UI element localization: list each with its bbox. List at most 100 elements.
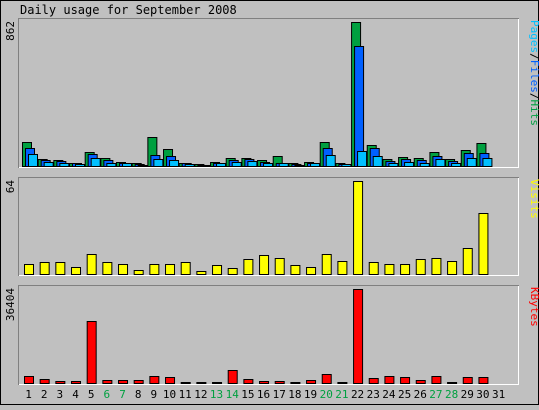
bar-kbytes-kbytes-day-7 (118, 380, 129, 384)
bar-visits-visits-day-19 (306, 267, 317, 275)
bar-kbytes-kbytes-day-19 (306, 380, 317, 384)
day-label-28: 28 (445, 388, 458, 401)
bar-kbytes-kbytes-day-21 (337, 382, 348, 384)
bar-pages-files-hits-pages-day-25 (404, 162, 415, 167)
day-label-29: 29 (461, 388, 474, 401)
bar-pages-files-hits-pages-day-6 (106, 163, 117, 167)
bar-visits-visits-day-2 (39, 262, 50, 275)
bar-visits-visits-day-15 (243, 259, 254, 275)
bar-visits-visits-day-20 (321, 254, 332, 275)
bar-pages-files-hits-pages-day-2 (43, 162, 54, 167)
bar-visits-visits-day-1 (24, 264, 34, 275)
bar-visits-visits-day-27 (431, 258, 442, 275)
day-label-2: 2 (41, 388, 48, 401)
day-label-6: 6 (104, 388, 111, 401)
day-label-24: 24 (382, 388, 396, 401)
bar-visits-visits-day-5 (86, 254, 97, 275)
bar-visits-visits-day-26 (415, 259, 426, 275)
bar-visits-visits-day-3 (55, 262, 66, 275)
bar-visits-visits-day-25 (400, 264, 411, 275)
day-label-9: 9 (151, 388, 158, 401)
bar-visits-visits-day-8 (133, 270, 144, 275)
day-label-25: 25 (398, 388, 411, 401)
bar-kbytes-kbytes-day-12 (196, 382, 207, 384)
day-label-1: 1 (25, 388, 32, 401)
bar-visits-visits-day-23 (368, 262, 379, 275)
day-label-17: 17 (273, 388, 286, 401)
day-label-19: 19 (304, 388, 317, 401)
bar-visits-visits-day-29 (462, 248, 473, 275)
day-label-15: 15 (241, 388, 254, 401)
bar-kbytes-kbytes-day-13 (212, 382, 223, 384)
bar-visits-visits-day-6 (102, 262, 113, 275)
bar-pages-files-hits-pages-day-18 (294, 165, 305, 167)
bar-pages-files-hits-pages-day-17 (278, 163, 289, 167)
bar-kbytes-kbytes-day-20 (321, 374, 332, 384)
bar-pages-files-hits-pages-day-20 (325, 155, 336, 167)
bar-kbytes-kbytes-day-14 (227, 370, 238, 384)
ylabel-part-2: Files (528, 60, 539, 93)
day-label-21: 21 (335, 388, 348, 401)
day-label-10: 10 (163, 388, 176, 401)
bar-kbytes-kbytes-day-26 (415, 380, 426, 384)
bar-pages-files-hits-pages-day-21 (341, 164, 352, 167)
bar-kbytes-kbytes-day-27 (431, 376, 442, 384)
day-label-22: 22 (351, 388, 364, 401)
bar-kbytes-kbytes-day-29 (462, 377, 473, 384)
bar-pages-files-hits-pages-day-23 (372, 156, 383, 167)
bar-pages-files-hits-pages-day-15 (247, 161, 258, 167)
bar-kbytes-kbytes-day-18 (290, 382, 301, 384)
bar-pages-files-hits-pages-day-19 (310, 163, 321, 167)
day-label-18: 18 (288, 388, 301, 401)
day-label-14: 14 (226, 388, 240, 401)
bar-kbytes-kbytes-day-11 (180, 382, 191, 384)
bar-pages-files-hits-pages-day-29 (466, 158, 477, 167)
ylabel-part-0: Visits (528, 179, 539, 219)
bar-kbytes-kbytes-day-22 (353, 289, 364, 384)
ylabel-kbytes: KBytes (528, 287, 539, 327)
bar-kbytes-kbytes-day-25 (400, 377, 411, 384)
max-label-visits: 64 (4, 180, 17, 194)
ylabel-part-0: Pages (528, 20, 539, 53)
bar-visits-visits-day-4 (71, 267, 82, 275)
bar-visits-visits-day-7 (118, 264, 129, 275)
bar-pages-files-hits-pages-day-24 (388, 163, 399, 167)
ylabel-part-1: / (528, 53, 539, 60)
bar-pages-files-hits-pages-day-7 (122, 163, 133, 167)
ylabel-visits: Visits (528, 179, 539, 219)
bar-visits-visits-day-18 (290, 265, 301, 275)
bar-visits-visits-day-13 (212, 265, 223, 275)
bar-visits-visits-day-14 (227, 268, 238, 275)
bar-pages-files-hits-pages-day-4 (75, 164, 86, 167)
ylabel-part-3: / (528, 93, 539, 100)
bar-kbytes-kbytes-day-1 (24, 376, 34, 384)
bar-pages-files-hits-files-day-22 (354, 46, 365, 167)
bar-visits-visits-day-16 (259, 255, 270, 275)
max-label-pages-files-hits: 862 (4, 21, 17, 41)
day-label-7: 7 (119, 388, 126, 401)
chart-svg: Daily usage for September 2008 862Pages/… (0, 0, 539, 405)
bar-kbytes-kbytes-day-24 (384, 376, 395, 384)
bar-visits-visits-day-30 (478, 213, 489, 275)
bar-pages-files-hits-pages-day-13 (216, 163, 227, 167)
day-label-4: 4 (72, 388, 79, 401)
bar-pages-files-hits-pages-day-10 (169, 160, 180, 167)
bar-visits-visits-day-24 (384, 264, 395, 275)
day-label-23: 23 (367, 388, 380, 401)
bar-pages-files-hits-pages-day-11 (184, 164, 195, 167)
day-label-27: 27 (429, 388, 442, 401)
bar-pages-files-hits-pages-day-9 (153, 159, 164, 167)
bar-pages-files-hits-pages-day-12 (200, 165, 211, 167)
bar-kbytes-kbytes-day-23 (368, 378, 379, 384)
bar-pages-files-hits-pages-day-22 (357, 151, 368, 167)
day-label-8: 8 (135, 388, 142, 401)
bar-pages-files-hits-pages-day-14 (231, 162, 242, 167)
bar-kbytes-kbytes-day-30 (478, 377, 489, 384)
bar-kbytes-kbytes-day-2 (39, 379, 50, 384)
chart-title: Daily usage for September 2008 (20, 3, 237, 17)
bar-kbytes-kbytes-day-16 (259, 381, 270, 384)
bar-kbytes-kbytes-day-6 (102, 380, 113, 384)
bar-kbytes-kbytes-day-28 (447, 382, 458, 384)
day-label-12: 12 (194, 388, 207, 401)
bar-kbytes-kbytes-day-15 (243, 379, 254, 384)
